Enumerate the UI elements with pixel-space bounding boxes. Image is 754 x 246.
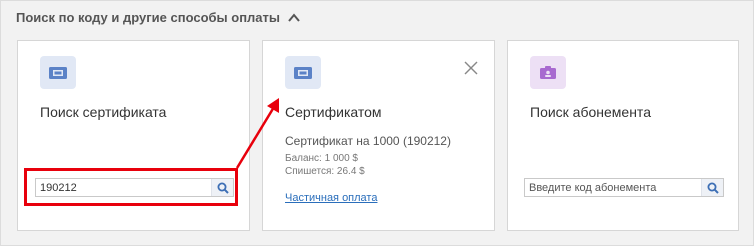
certificate-name: Сертификат на 1000 (190212) [285, 134, 451, 148]
highlight-box [24, 168, 238, 206]
certificate-search-title: Поиск сертификата [40, 104, 167, 120]
ticket-icon [40, 56, 76, 89]
certificate-card: Сертификатом Сертификат на 1000 (190212)… [262, 40, 495, 231]
certificate-balance: Баланс: 1 000 $ [285, 153, 358, 164]
search-icon [707, 182, 719, 194]
chevron-up-icon[interactable] [288, 12, 300, 23]
ticket-icon [285, 56, 321, 89]
certificate-title: Сертификатом [285, 104, 382, 120]
subscription-search-box [524, 178, 724, 197]
certificate-charge: Спишется: 26.4 $ [285, 166, 365, 177]
subscription-search-card: Поиск абонемента [507, 40, 739, 231]
close-icon[interactable] [464, 61, 478, 75]
subscription-search-title: Поиск абонемента [530, 104, 651, 120]
section-header[interactable]: Поиск по коду и другие способы оплаты [16, 10, 300, 25]
payment-methods-panel: Поиск по коду и другие способы оплаты По… [0, 0, 754, 246]
section-title: Поиск по коду и другие способы оплаты [16, 10, 281, 25]
subscription-search-button[interactable] [701, 179, 723, 196]
subscription-code-input[interactable] [525, 179, 701, 196]
partial-payment-link[interactable]: Частичная оплата [285, 192, 377, 204]
id-card-icon [530, 56, 566, 89]
